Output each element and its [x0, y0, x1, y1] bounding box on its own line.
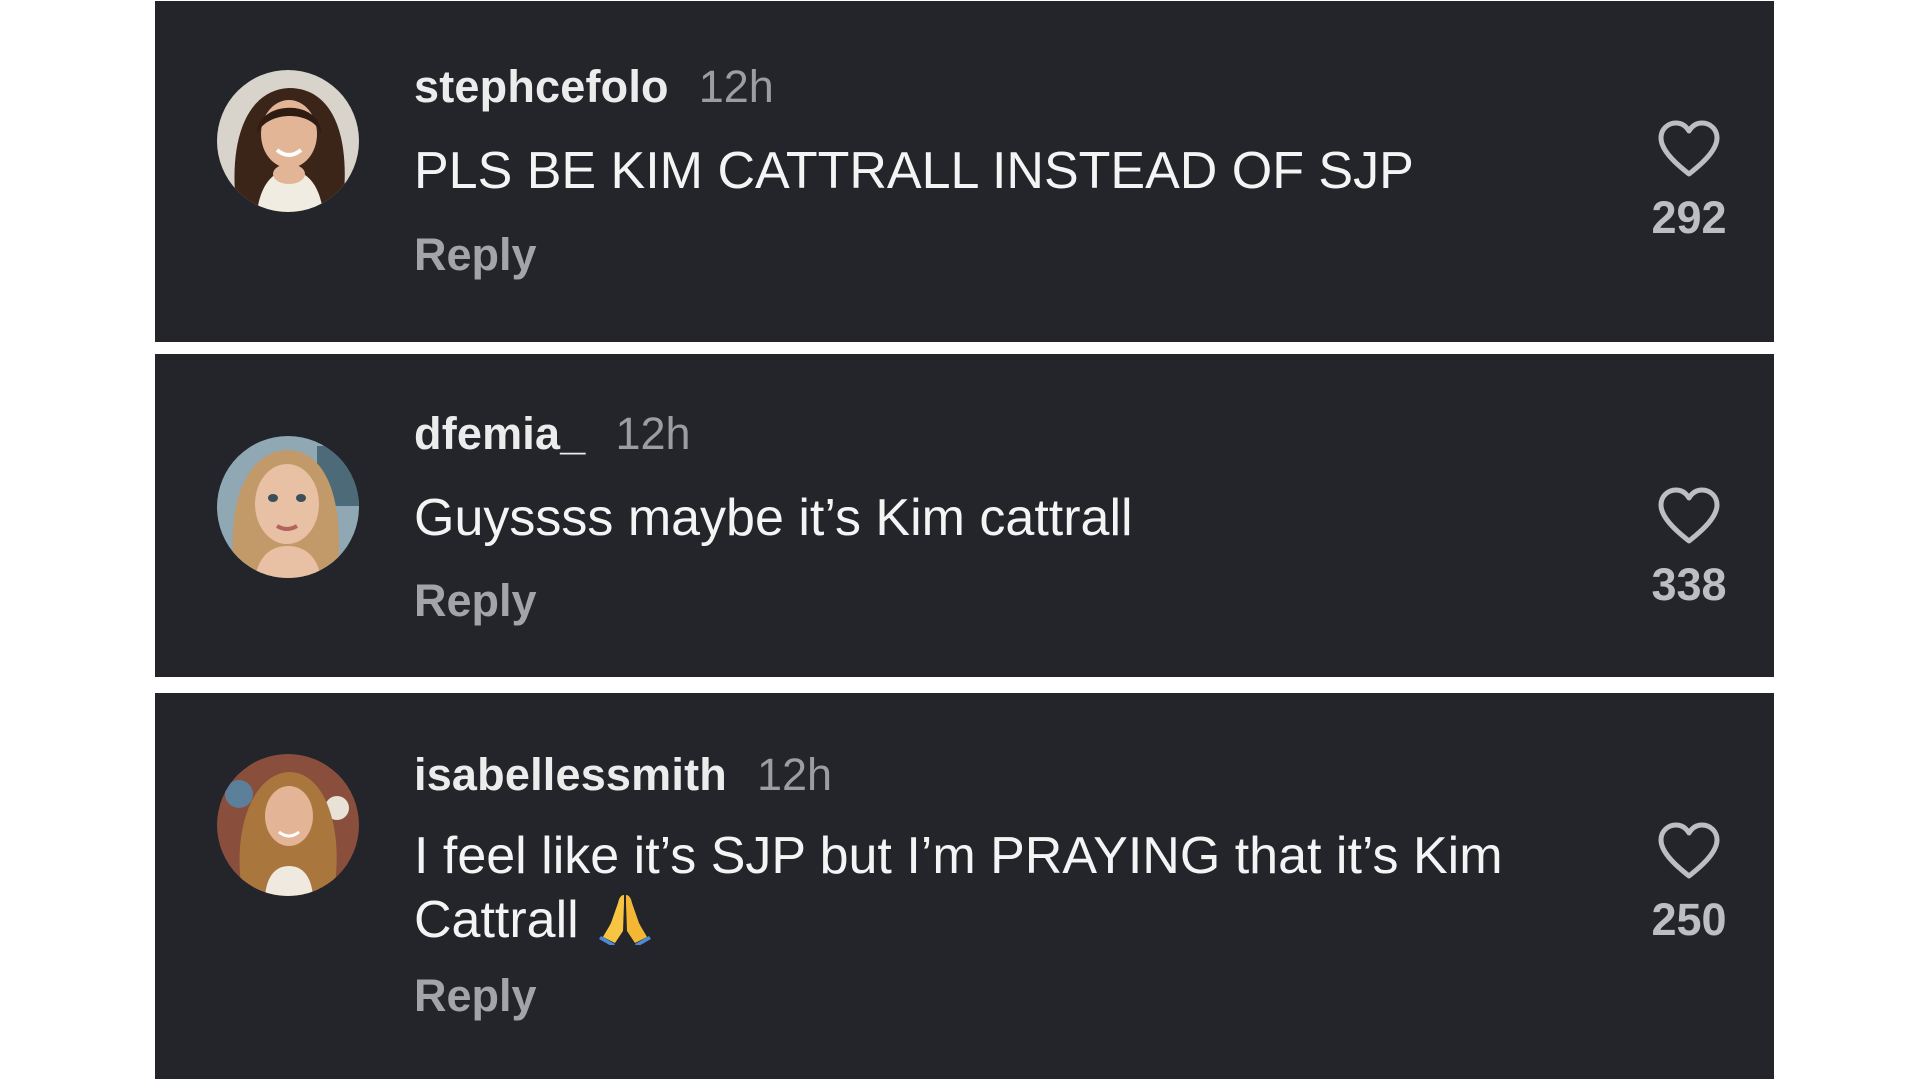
folded-hands-emoji: 🙏	[598, 895, 651, 945]
comment-text-content: I feel like it’s SJP but I’m PRAYING tha…	[414, 827, 1503, 949]
timestamp: 12h	[615, 408, 691, 459]
like-count: 250	[1651, 894, 1727, 945]
like-count: 338	[1651, 559, 1727, 610]
like-control[interactable]: 250	[1626, 822, 1752, 946]
avatar-photo-woman-dark-hair	[217, 70, 359, 212]
user-avatar[interactable]	[217, 70, 359, 212]
timestamp: 12h	[756, 749, 833, 800]
comment-text: I feel like it’s SJP but I’m PRAYING tha…	[414, 824, 1524, 952]
comment-text: PLS BE KIM CATTRALL INSTEAD OF SJP	[414, 139, 1524, 203]
reply-button[interactable]: Reply	[414, 575, 537, 627]
comment-card: isabellessmith 12h I feel like it’s SJP …	[155, 693, 1774, 1079]
avatar-photo-woman-blonde-hair	[217, 436, 359, 578]
reply-button[interactable]: Reply	[414, 970, 537, 1022]
user-avatar[interactable]	[217, 436, 359, 578]
user-avatar[interactable]	[217, 754, 359, 896]
like-control[interactable]: 292	[1626, 120, 1752, 244]
comment-card: stephcefolo 12h PLS BE KIM CATTRALL INST…	[155, 1, 1774, 342]
comment-meta: isabellessmith 12h	[414, 749, 832, 801]
username[interactable]: dfemia_	[414, 408, 585, 460]
username[interactable]: isabellessmith	[414, 749, 727, 801]
username[interactable]: stephcefolo	[414, 61, 669, 113]
comments-screenshot: stephcefolo 12h PLS BE KIM CATTRALL INST…	[0, 0, 1920, 1080]
heart-outline-icon[interactable]	[1657, 120, 1721, 178]
heart-outline-icon[interactable]	[1657, 822, 1721, 880]
comment-meta: stephcefolo 12h	[414, 61, 774, 113]
comment-card: dfemia_ 12h Guyssss maybe it’s Kim cattr…	[155, 354, 1774, 677]
reply-button[interactable]: Reply	[414, 229, 537, 281]
like-count: 292	[1651, 192, 1727, 243]
comment-text: Guyssss maybe it’s Kim cattrall	[414, 486, 1524, 550]
avatar-photo-woman-long-hair	[217, 754, 359, 896]
comment-meta: dfemia_ 12h	[414, 408, 691, 460]
comment-text-content: PLS BE KIM CATTRALL INSTEAD OF SJP	[414, 142, 1414, 200]
like-control[interactable]: 338	[1626, 487, 1752, 611]
comment-text-content: Guyssss maybe it’s Kim cattrall	[414, 489, 1133, 547]
timestamp: 12h	[698, 61, 774, 112]
heart-outline-icon[interactable]	[1657, 487, 1721, 545]
